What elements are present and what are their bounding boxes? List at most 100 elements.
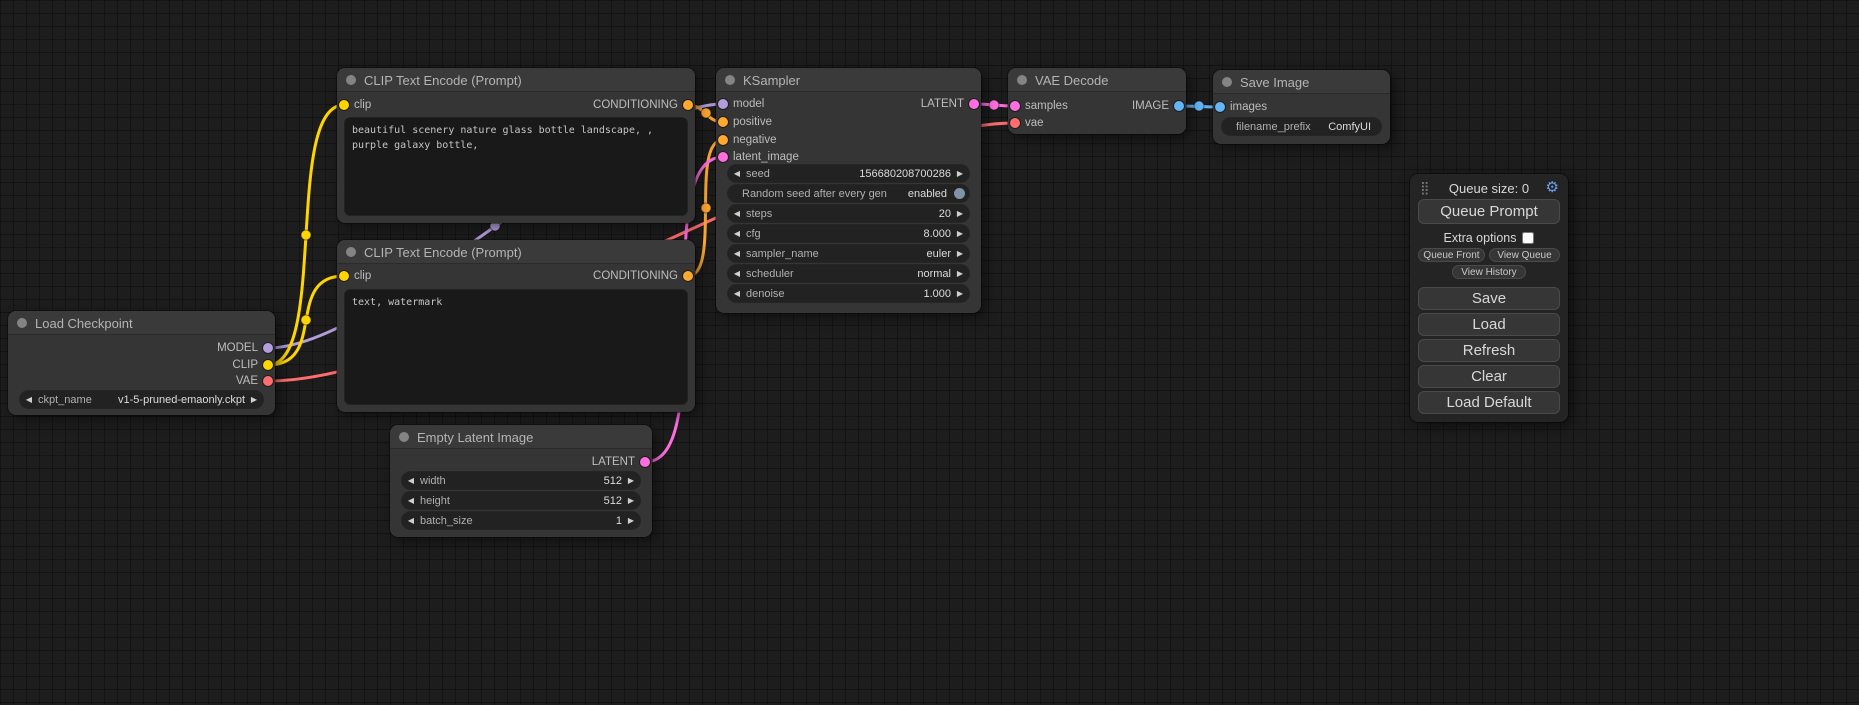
output-slot-image[interactable] bbox=[1174, 101, 1184, 111]
next-value-arrow-icon[interactable]: ▶ bbox=[245, 391, 263, 408]
prev-value-arrow-icon[interactable]: ◀ bbox=[20, 391, 38, 408]
queue-prompt-button[interactable]: Queue Prompt bbox=[1418, 199, 1560, 224]
output-slot-clip[interactable] bbox=[263, 360, 273, 370]
output-slot-conditioning[interactable] bbox=[683, 100, 693, 110]
node-collapse-dot[interactable] bbox=[346, 247, 356, 257]
ckpt-name-widget[interactable]: ◀ ckpt_name v1-5-pruned-emaonly.ckpt ▶ bbox=[20, 391, 263, 408]
denoise-widget[interactable]: ◀ denoise 1.000 ▶ bbox=[728, 285, 969, 302]
random-seed-toggle-widget[interactable]: Random seed after every gen enabled bbox=[728, 185, 969, 202]
settings-gear-icon[interactable]: ⚙ bbox=[1546, 180, 1559, 195]
clear-button[interactable]: Clear bbox=[1418, 365, 1560, 388]
prev-value-arrow-icon[interactable]: ◀ bbox=[728, 265, 746, 282]
output-slot-latent[interactable] bbox=[640, 457, 650, 467]
input-label-latent-image: latent_image bbox=[733, 150, 799, 164]
view-queue-button[interactable]: View Queue bbox=[1489, 248, 1560, 262]
decrement-arrow-icon[interactable]: ◀ bbox=[728, 205, 746, 222]
decrement-arrow-icon[interactable]: ◀ bbox=[402, 472, 420, 489]
queue-front-button[interactable]: Queue Front bbox=[1418, 248, 1485, 262]
widget-name: width bbox=[420, 475, 446, 487]
input-slot-model[interactable] bbox=[718, 99, 728, 109]
node-collapse-dot[interactable] bbox=[1017, 75, 1027, 85]
increment-arrow-icon[interactable]: ▶ bbox=[951, 205, 969, 222]
input-slot-latent-image[interactable] bbox=[718, 152, 728, 162]
prompt-textarea[interactable]: text, watermark bbox=[345, 290, 687, 404]
node-title-bar[interactable]: KSampler bbox=[716, 68, 981, 92]
toggle-indicator-dot[interactable] bbox=[954, 188, 965, 199]
node-collapse-dot[interactable] bbox=[1222, 77, 1232, 87]
node-title: VAE Decode bbox=[1035, 73, 1108, 88]
load-default-button[interactable]: Load Default bbox=[1418, 391, 1560, 414]
decrement-arrow-icon[interactable]: ◀ bbox=[402, 492, 420, 509]
widget-value: 20 bbox=[939, 208, 951, 220]
filename-prefix-widget[interactable]: filename_prefix ComfyUI bbox=[1222, 118, 1381, 135]
output-label-conditioning: CONDITIONING bbox=[593, 98, 678, 112]
output-label-latent: LATENT bbox=[592, 455, 635, 469]
extra-options-row: Extra options bbox=[1410, 231, 1568, 245]
output-slot-latent[interactable] bbox=[969, 99, 979, 109]
steps-widget[interactable]: ◀ steps 20 ▶ bbox=[728, 205, 969, 222]
output-slot-conditioning[interactable] bbox=[683, 271, 693, 281]
node-vae-decode[interactable]: VAE Decode samples vae IMAGE bbox=[1008, 68, 1186, 134]
increment-arrow-icon[interactable]: ▶ bbox=[951, 285, 969, 302]
decrement-arrow-icon[interactable]: ◀ bbox=[728, 165, 746, 182]
decrement-arrow-icon[interactable]: ◀ bbox=[728, 285, 746, 302]
node-title-bar[interactable]: Save Image bbox=[1213, 70, 1390, 94]
node-collapse-dot[interactable] bbox=[346, 75, 356, 85]
width-widget[interactable]: ◀ width 512 ▶ bbox=[402, 472, 640, 489]
widget-name: filename_prefix bbox=[1236, 121, 1311, 133]
view-history-button[interactable]: View History bbox=[1452, 265, 1526, 279]
increment-arrow-icon[interactable]: ▶ bbox=[622, 512, 640, 529]
graph-canvas[interactable]: { "colors": { "model": "#B39DDB", "clip"… bbox=[0, 0, 1859, 705]
node-title-bar[interactable]: Empty Latent Image bbox=[390, 425, 652, 449]
node-ksampler[interactable]: KSampler model positive negative latent_… bbox=[716, 68, 981, 313]
input-slot-clip[interactable] bbox=[339, 100, 349, 110]
node-clip-text-encode-negative[interactable]: CLIP Text Encode (Prompt) clip CONDITION… bbox=[337, 240, 695, 412]
seed-widget[interactable]: ◀ seed 156680208700286 ▶ bbox=[728, 165, 969, 182]
input-slot-negative[interactable] bbox=[718, 135, 728, 145]
link-midpoint-dot-latent-ksampler bbox=[989, 100, 999, 110]
prompt-textarea[interactable]: beautiful scenery nature glass bottle la… bbox=[345, 118, 687, 215]
decrement-arrow-icon[interactable]: ◀ bbox=[728, 225, 746, 242]
increment-arrow-icon[interactable]: ▶ bbox=[951, 165, 969, 182]
next-value-arrow-icon[interactable]: ▶ bbox=[951, 265, 969, 282]
sampler-name-widget[interactable]: ◀ sampler_name euler ▶ bbox=[728, 245, 969, 262]
node-empty-latent-image[interactable]: Empty Latent Image LATENT ◀ width 512 ▶ … bbox=[390, 425, 652, 537]
input-slot-positive[interactable] bbox=[718, 117, 728, 127]
batch-size-widget[interactable]: ◀ batch_size 1 ▶ bbox=[402, 512, 640, 529]
input-label-clip: clip bbox=[354, 269, 371, 283]
refresh-button[interactable]: Refresh bbox=[1418, 339, 1560, 362]
input-slot-samples[interactable] bbox=[1010, 101, 1020, 111]
output-slot-vae[interactable] bbox=[263, 376, 273, 386]
prev-value-arrow-icon[interactable]: ◀ bbox=[728, 245, 746, 262]
node-title-bar[interactable]: CLIP Text Encode (Prompt) bbox=[337, 68, 695, 92]
output-label-vae: VAE bbox=[236, 374, 258, 388]
node-collapse-dot[interactable] bbox=[725, 75, 735, 85]
increment-arrow-icon[interactable]: ▶ bbox=[622, 492, 640, 509]
load-button[interactable]: Load bbox=[1418, 313, 1560, 336]
node-title-bar[interactable]: Load Checkpoint bbox=[8, 311, 275, 335]
input-slot-images[interactable] bbox=[1215, 102, 1225, 112]
node-title-bar[interactable]: CLIP Text Encode (Prompt) bbox=[337, 240, 695, 264]
widget-value: 1.000 bbox=[923, 288, 951, 300]
extra-options-checkbox[interactable] bbox=[1522, 232, 1534, 244]
node-collapse-dot[interactable] bbox=[17, 318, 27, 328]
node-title-bar[interactable]: VAE Decode bbox=[1008, 68, 1186, 92]
node-load-checkpoint[interactable]: Load Checkpoint MODEL CLIP VAE ◀ ckpt_na… bbox=[8, 311, 275, 415]
input-slot-clip[interactable] bbox=[339, 271, 349, 281]
next-value-arrow-icon[interactable]: ▶ bbox=[951, 245, 969, 262]
input-slot-vae[interactable] bbox=[1010, 118, 1020, 128]
increment-arrow-icon[interactable]: ▶ bbox=[951, 225, 969, 242]
widget-value: enabled bbox=[908, 188, 947, 200]
node-clip-text-encode-positive[interactable]: CLIP Text Encode (Prompt) clip CONDITION… bbox=[337, 68, 695, 223]
node-collapse-dot[interactable] bbox=[399, 432, 409, 442]
link-midpoint-dot-clip-negative bbox=[301, 315, 311, 325]
cfg-widget[interactable]: ◀ cfg 8.000 ▶ bbox=[728, 225, 969, 242]
increment-arrow-icon[interactable]: ▶ bbox=[622, 472, 640, 489]
node-title: Load Checkpoint bbox=[35, 316, 133, 331]
node-save-image[interactable]: Save Image images filename_prefix ComfyU… bbox=[1213, 70, 1390, 144]
scheduler-widget[interactable]: ◀ scheduler normal ▶ bbox=[728, 265, 969, 282]
save-button[interactable]: Save bbox=[1418, 287, 1560, 310]
output-slot-model[interactable] bbox=[263, 343, 273, 353]
decrement-arrow-icon[interactable]: ◀ bbox=[402, 512, 420, 529]
height-widget[interactable]: ◀ height 512 ▶ bbox=[402, 492, 640, 509]
